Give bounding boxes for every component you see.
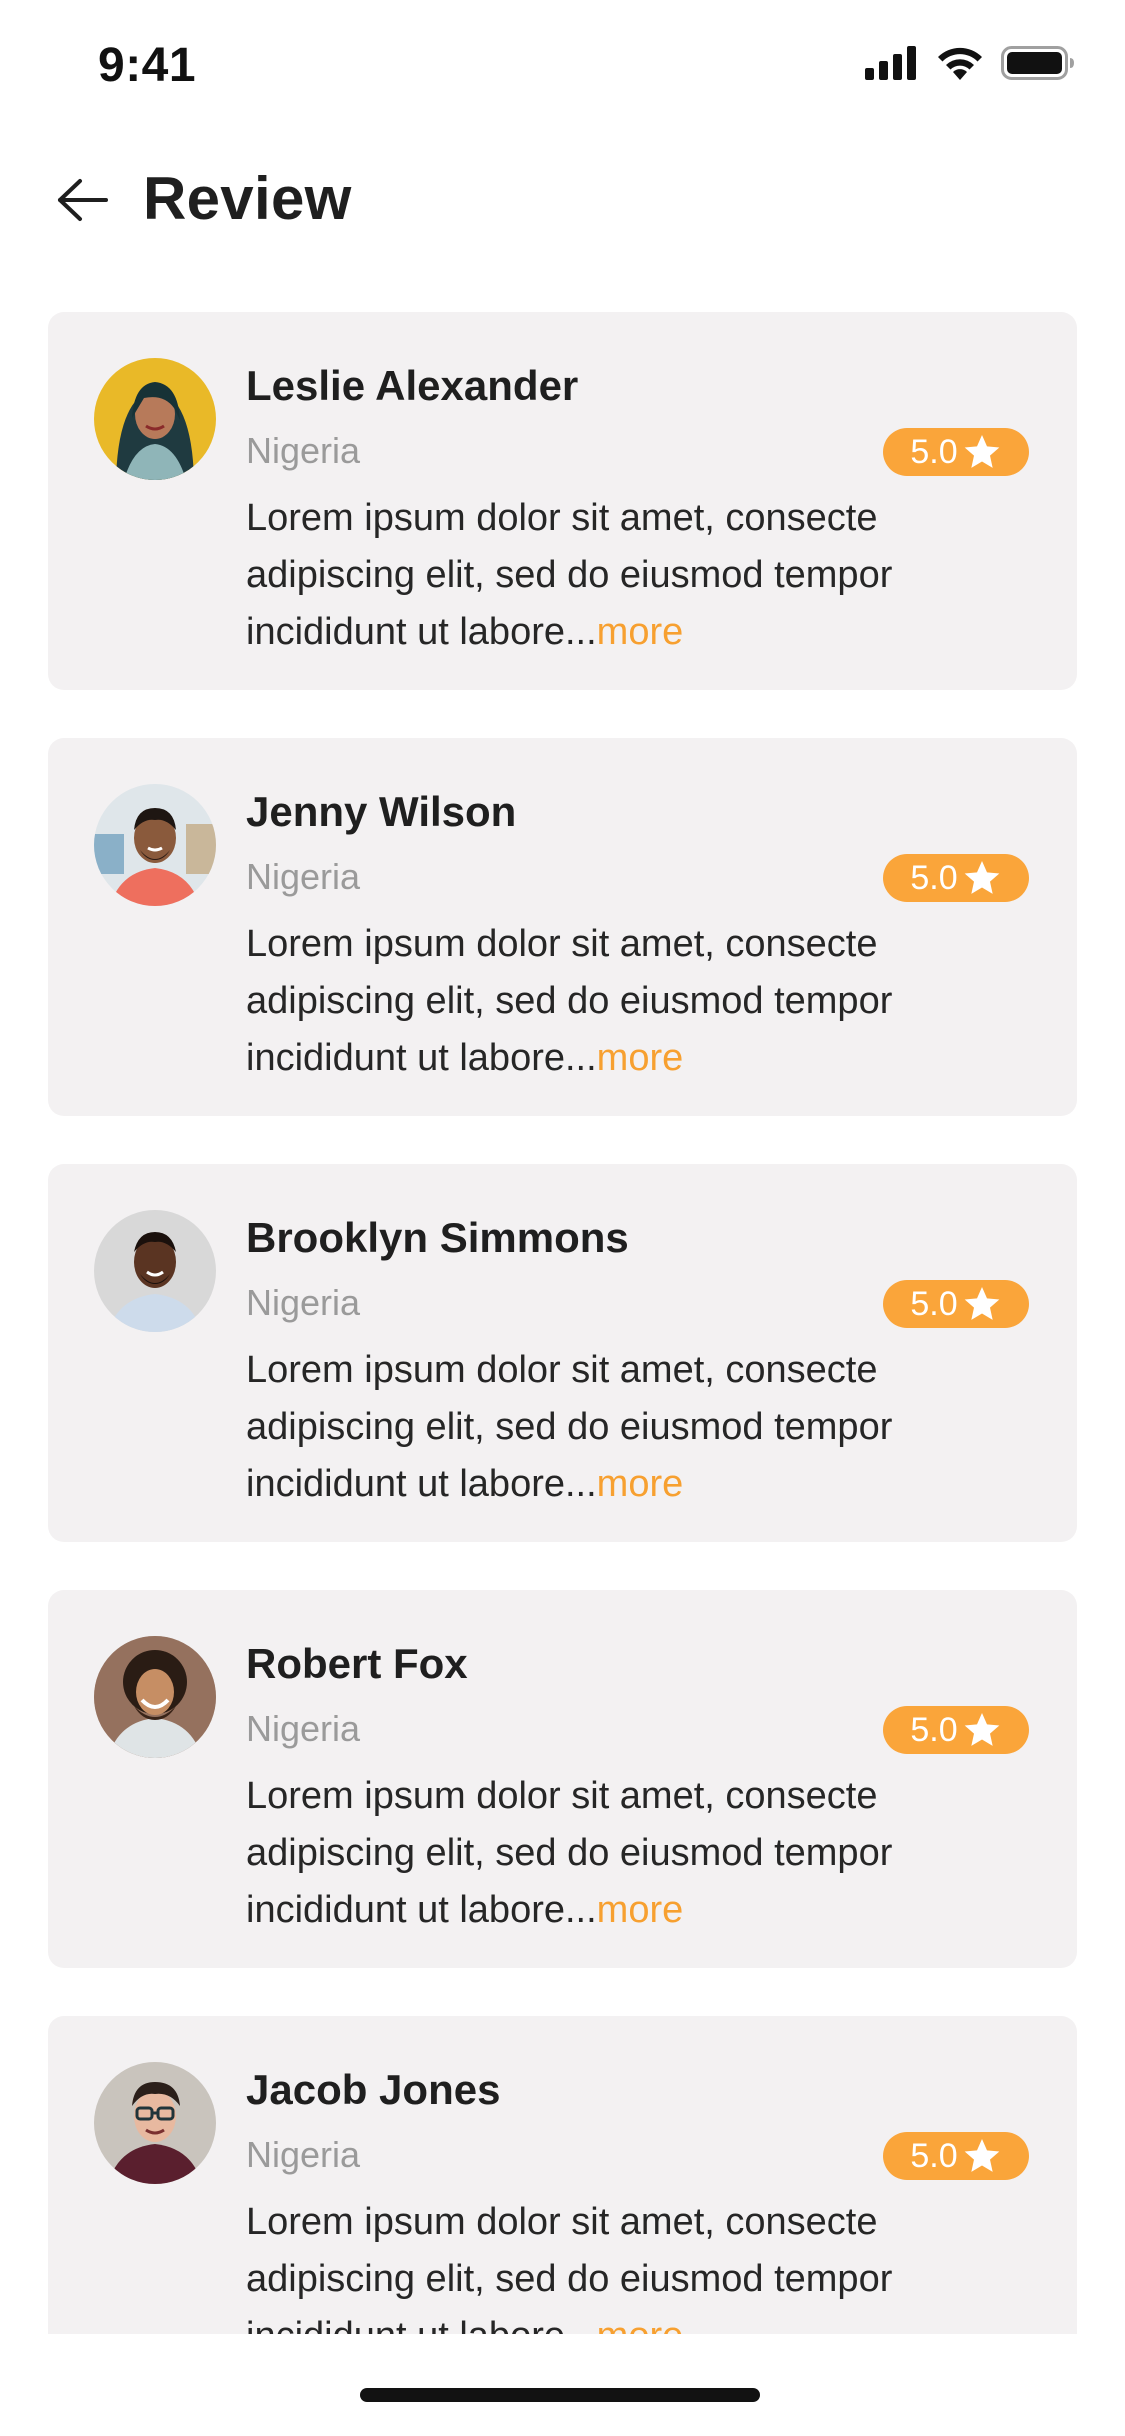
review-text: Lorem ipsum dolor sit amet, consecte adi… <box>246 916 1046 1087</box>
review-body: Lorem ipsum dolor sit amet, consecte adi… <box>246 2201 893 2334</box>
review-card: Jacob Jones Nigeria 5.0 Lorem ipsum dolo… <box>48 2016 1077 2334</box>
reviewer-country: Nigeria <box>246 1708 361 1749</box>
review-body: Lorem ipsum dolor sit amet, consecte adi… <box>246 497 893 653</box>
review-body: Lorem ipsum dolor sit amet, consecte adi… <box>246 923 893 1079</box>
back-button[interactable] <box>52 170 112 230</box>
star-icon <box>964 861 999 894</box>
arrow-left-icon <box>58 179 108 221</box>
review-text: Lorem ipsum dolor sit amet, consecte adi… <box>246 2194 1046 2334</box>
review-body: Lorem ipsum dolor sit amet, consecte adi… <box>246 1775 893 1931</box>
review-text: Lorem ipsum dolor sit amet, consecte adi… <box>246 1768 1046 1939</box>
reviewer-country: Nigeria <box>246 1282 361 1323</box>
more-link[interactable]: more <box>597 1037 684 1079</box>
review-list[interactable]: Leslie Alexander Nigeria 5.0 Lorem ipsum… <box>48 312 1077 2334</box>
avatar <box>94 358 216 480</box>
rating-value: 5.0 <box>910 2136 958 2175</box>
more-link[interactable]: more <box>597 611 684 653</box>
reviewer-name: Brooklyn Simmons <box>246 1214 629 1261</box>
status-time: 9:41 <box>98 39 197 92</box>
avatar <box>94 784 216 906</box>
avatar <box>94 1210 216 1332</box>
avatar <box>94 1636 216 1758</box>
more-link[interactable]: more <box>597 1463 684 1505</box>
more-link[interactable]: more <box>597 1889 684 1931</box>
reviewer-name: Jacob Jones <box>246 2066 501 2113</box>
review-body: Lorem ipsum dolor sit amet, consecte adi… <box>246 1349 893 1505</box>
header: Review <box>0 150 1125 250</box>
cellular-signal-icon <box>865 46 916 80</box>
star-icon <box>964 1713 999 1746</box>
reviewer-name: Jenny Wilson <box>246 788 517 835</box>
review-card: Robert Fox Nigeria 5.0 Lorem ipsum dolor… <box>48 1590 1077 1968</box>
rating-value: 5.0 <box>910 858 958 897</box>
battery-icon <box>1001 46 1074 80</box>
review-text: Lorem ipsum dolor sit amet, consecte adi… <box>246 490 1046 661</box>
reviewer-country: Nigeria <box>246 2134 361 2175</box>
star-icon <box>964 2139 999 2172</box>
rating-value: 5.0 <box>910 432 958 471</box>
more-link[interactable]: more <box>597 2315 684 2334</box>
page-title: Review <box>143 165 352 232</box>
wifi-icon <box>938 47 982 80</box>
home-indicator[interactable] <box>360 2388 760 2402</box>
star-icon <box>964 435 999 468</box>
rating-value: 5.0 <box>910 1710 958 1749</box>
status-bar: 9:41 <box>0 0 1125 132</box>
rating-badge: 5.0 <box>883 854 1029 902</box>
review-card: Brooklyn Simmons Nigeria 5.0 Lorem ipsum… <box>48 1164 1077 1542</box>
review-screen: 9:41 Review Leslie Alexander Nigeria 5.0… <box>0 0 1125 2436</box>
star-icon <box>964 1287 999 1320</box>
reviewer-name: Leslie Alexander <box>246 362 579 409</box>
reviewer-country: Nigeria <box>246 856 361 897</box>
rating-badge: 5.0 <box>883 428 1029 476</box>
rating-badge: 5.0 <box>883 1280 1029 1328</box>
review-card: Jenny Wilson Nigeria 5.0 Lorem ipsum dol… <box>48 738 1077 1116</box>
rating-badge: 5.0 <box>883 2132 1029 2180</box>
rating-badge: 5.0 <box>883 1706 1029 1754</box>
avatar <box>94 2062 216 2184</box>
reviewer-country: Nigeria <box>246 430 361 471</box>
status-icons <box>865 46 1075 80</box>
review-card: Leslie Alexander Nigeria 5.0 Lorem ipsum… <box>48 312 1077 690</box>
rating-value: 5.0 <box>910 1284 958 1323</box>
reviewer-name: Robert Fox <box>246 1640 468 1687</box>
review-text: Lorem ipsum dolor sit amet, consecte adi… <box>246 1342 1046 1513</box>
